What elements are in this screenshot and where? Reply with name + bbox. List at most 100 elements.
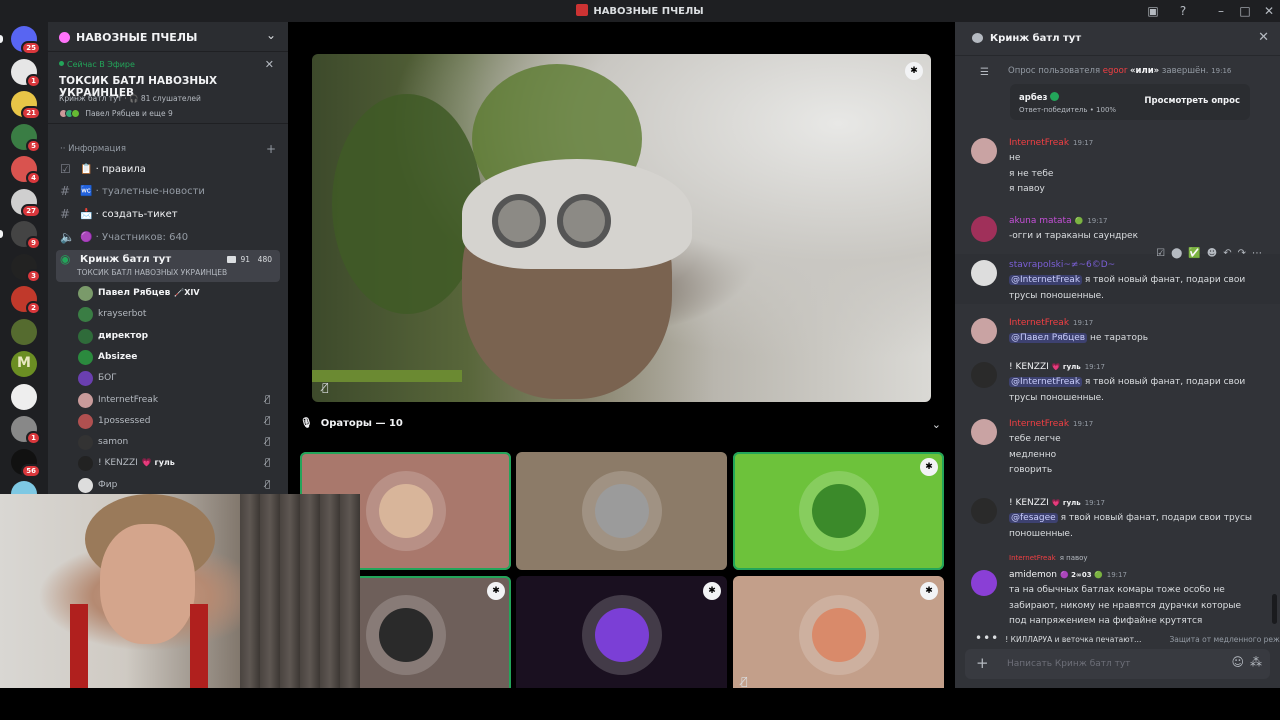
forward-icon[interactable]: ↷ [1238, 248, 1246, 259]
avatar[interactable] [971, 260, 997, 286]
close-icon[interactable]: ✕ [265, 58, 274, 71]
avatar [78, 477, 93, 493]
emoji-icon[interactable]: ☺ [1231, 655, 1244, 669]
message-author: stavrapolski~≠~6©D~ [1009, 260, 1115, 270]
member-name-text: Absizee [98, 351, 138, 362]
stage-member[interactable]: Павел Рябцев 🦯XIV [78, 285, 278, 303]
avatar [78, 286, 93, 301]
more-icon[interactable]: ⋯ [1252, 248, 1262, 259]
chat-message[interactable]: stavrapolski~≠~6©D~ @InternetFreak я твой… [955, 248, 1280, 304]
server-header[interactable]: НАВОЗНЫЕ ПЧЕЛЫ ⌄ [48, 22, 288, 52]
minimize-icon[interactable]: – [1213, 3, 1229, 19]
inbox-icon[interactable]: ▣ [1145, 3, 1161, 19]
server-icon[interactable] [11, 383, 37, 410]
close-chat-icon[interactable]: ✕ [1258, 30, 1269, 45]
stage-member[interactable]: ! KENZZI 💗 гуль 🎙̸ [78, 455, 278, 473]
channel-toilet-news[interactable]: # 🚾 · туалетные-новости [56, 182, 280, 202]
chat-message[interactable]: InternetFreak 19:17 не я не тебе я павоу [955, 132, 1280, 197]
message-input[interactable] [1007, 656, 1197, 672]
add-attachment-icon[interactable]: + [976, 654, 989, 672]
stage-channel-cringe-battle[interactable]: ◉ Кринж батл тут ТОКСИК БАТЛ НАВОЗНЫХ УК… [56, 250, 280, 282]
hash-icon: # [60, 184, 71, 198]
poll-author[interactable]: egoor [1103, 66, 1128, 76]
avatar[interactable] [971, 419, 997, 445]
speaker-tile[interactable] [516, 452, 727, 570]
author-name[interactable]: InternetFreak [1009, 318, 1069, 328]
chat-message[interactable]: InternetFreak я павоу amidemon 🟣 2∞03 🟢 19:1… [955, 550, 1280, 629]
react-red-icon[interactable]: ⬤ [1171, 248, 1182, 259]
reply-icon[interactable]: ↶ [1223, 248, 1231, 259]
server-icon[interactable]: 25 [11, 26, 41, 55]
close-window-icon[interactable]: ✕ [1261, 3, 1277, 19]
live-stage-banner[interactable]: Сейчас В Эфире ТОКСИК БАТЛ НАВОЗНЫХ УКРА… [48, 54, 288, 124]
speaker-tile[interactable]: ✱ 🎙̸ [733, 576, 944, 694]
speaker-tile[interactable]: ✱ [516, 576, 727, 694]
server-icon[interactable]: 3 [11, 253, 41, 283]
chevron-down-icon[interactable]: ⌄ [266, 28, 276, 42]
author-name[interactable]: ! KENZZI [1009, 362, 1049, 372]
server-icon[interactable] [11, 318, 37, 345]
member-name-text: samon [98, 437, 129, 448]
help-icon[interactable]: ? [1175, 3, 1191, 19]
server-icon[interactable]: 27 [11, 188, 41, 218]
apps-icon[interactable]: ⁂ [1250, 655, 1262, 669]
user-mention[interactable]: @InternetFreak [1009, 377, 1083, 387]
user-mention[interactable]: @Павел Рябцев [1009, 333, 1088, 343]
author-name[interactable]: amidemon [1009, 570, 1057, 580]
stage-member[interactable]: Фир 🎙̸ [78, 477, 278, 495]
channel-rules[interactable]: ☑ 📋 · правила [56, 160, 280, 180]
avatar[interactable] [971, 570, 997, 596]
author-name[interactable]: InternetFreak [1009, 419, 1069, 429]
server-icon[interactable]: 56 [11, 448, 41, 478]
server-icon[interactable]: M [11, 351, 37, 377]
author-name[interactable]: stavrapolski~≠~6©D~ [1009, 260, 1115, 270]
avatar[interactable] [971, 318, 997, 344]
chevron-down-icon[interactable]: ⌄ [932, 418, 941, 431]
server-icon[interactable]: 2 [11, 286, 41, 315]
stage-member[interactable]: Absizee [78, 349, 278, 367]
chat-message[interactable]: ! KENZZI 💗 гуль 19:17 @fesagee я твой новый… [955, 492, 1280, 542]
avatar[interactable] [971, 498, 997, 524]
server-icon[interactable]: 1 [11, 416, 41, 445]
server-icon[interactable]: 1 [11, 58, 41, 88]
user-mention[interactable]: @fesagee [1009, 513, 1058, 523]
chat-message[interactable]: InternetFreak 19:17 тебе легче медленно гово… [955, 413, 1280, 478]
chat-message[interactable]: ! KENZZI 💗 гуль 19:17 @InternetFreak я твой… [955, 356, 1280, 406]
react-green-icon[interactable]: ✅ [1188, 248, 1200, 259]
category-info[interactable]: ·· Информация [60, 144, 126, 154]
stage-member[interactable]: InternetFreak 🎙̸ [78, 392, 278, 410]
server-icon[interactable]: 4 [11, 156, 41, 185]
chat-message[interactable]: akuna matata 🟢 19:17 -огги и тараканы саунд… [955, 210, 1280, 245]
reply-reference[interactable]: InternetFreak я павоу [1009, 554, 1088, 562]
speakers-header[interactable]: 🎙 Ораторы — 10 [300, 418, 403, 429]
stage-member[interactable]: БОГ [78, 370, 278, 388]
speaker-tile[interactable]: ✱ [733, 452, 944, 570]
add-channel-icon[interactable]: + [266, 142, 276, 156]
author-name[interactable]: InternetFreak [1009, 138, 1069, 148]
stage-member[interactable]: 1possessed 🎙̸ [78, 413, 278, 431]
chat-message[interactable]: InternetFreak 19:17 @Павел Рябцев не тарат… [955, 312, 1280, 347]
channel-create-ticket[interactable]: # 📩 · создать-тикет [56, 205, 280, 225]
maximize-icon[interactable]: □ [1237, 3, 1253, 19]
stage-member[interactable]: директор [78, 328, 278, 346]
server-icon[interactable]: 9 [11, 221, 41, 250]
message-text: та на обычных батлах комары тоже особо н… [1009, 585, 1225, 595]
avatar[interactable] [971, 216, 997, 242]
avatar[interactable] [971, 138, 997, 164]
server-icon[interactable]: 21 [11, 91, 41, 120]
main-video-feed[interactable]: ✱ 🎙̸ [312, 54, 931, 402]
author-name[interactable]: akuna matata [1009, 216, 1072, 226]
author-name[interactable]: ! KENZZI [1009, 498, 1049, 508]
stage-icon: ◉ [60, 252, 71, 266]
react-check-icon[interactable]: ☑ [1156, 248, 1165, 259]
avatar [594, 608, 649, 662]
avatar [78, 413, 93, 429]
add-reaction-icon[interactable]: ☻ [1207, 248, 1217, 259]
stage-member[interactable]: samon 🎙̸ [78, 434, 278, 452]
channel-members-count[interactable]: 🔈 🟣 · Участников: 640 [56, 228, 280, 248]
user-mention[interactable]: @InternetFreak [1009, 275, 1083, 285]
server-icon[interactable]: 5 [11, 123, 41, 153]
avatar[interactable] [971, 362, 997, 388]
stage-member[interactable]: krayserbot [78, 306, 278, 324]
view-poll-button[interactable]: Просмотреть опрос [1144, 93, 1240, 109]
